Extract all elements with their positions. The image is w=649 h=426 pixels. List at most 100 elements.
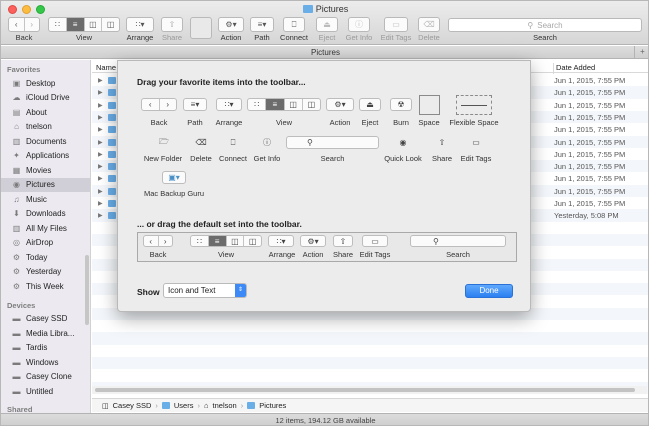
- date-added-cell: Jun 1, 2015, 7:55 PM: [554, 112, 626, 122]
- eject-button[interactable]: ⏏: [316, 17, 338, 32]
- action-button[interactable]: ⚙▾: [218, 17, 244, 32]
- disclosure-triangle-icon[interactable]: ▶: [98, 77, 103, 84]
- palette-search[interactable]: ⚲: [286, 136, 379, 149]
- icon-view-icon[interactable]: ∷: [49, 18, 67, 31]
- search-field[interactable]: ⚲ Search: [448, 18, 642, 32]
- palette-share[interactable]: ⇧: [432, 136, 452, 149]
- path-item[interactable]: Pictures: [259, 401, 286, 410]
- sidebar-item-this-week[interactable]: ⚙ This Week: [1, 279, 90, 294]
- path-item[interactable]: Casey SSD: [113, 401, 152, 410]
- table-row[interactable]: [92, 356, 648, 370]
- table-row[interactable]: [92, 332, 648, 345]
- palette-space-label: Space: [418, 118, 440, 127]
- palette-quick-look[interactable]: ◉: [392, 136, 414, 149]
- palette-flexible-space[interactable]: [456, 95, 492, 115]
- scroll-thumb[interactable]: [95, 388, 635, 392]
- sidebar-item-about[interactable]: ▤ About: [1, 105, 90, 120]
- disclosure-triangle-icon[interactable]: ▶: [98, 175, 103, 182]
- default-toolbar-set[interactable]: ‹ › Back ∷ ≡ ◫ ◫ View ∷▾ Arrange ⚙▾ Action ⇧…: [137, 232, 517, 262]
- palette-back[interactable]: ‹ ›: [141, 98, 177, 111]
- list-view-icon[interactable]: ≡: [66, 18, 85, 31]
- sidebar-item-icloud-drive[interactable]: ☁ iCloud Drive: [1, 91, 90, 106]
- disclosure-triangle-icon[interactable]: ▶: [98, 200, 103, 207]
- arrange-button[interactable]: ∷▾: [126, 17, 154, 32]
- delete-button[interactable]: ⌫: [418, 17, 440, 32]
- column-view-icon[interactable]: ◫: [85, 18, 103, 31]
- disclosure-triangle-icon[interactable]: ▶: [98, 188, 103, 195]
- disclosure-triangle-icon[interactable]: ▶: [98, 102, 103, 109]
- palette-new-folder[interactable]: 🗁: [153, 136, 175, 149]
- view-control[interactable]: ∷ ≡ ◫ ◫: [48, 17, 120, 32]
- palette-get-info[interactable]: ⓘ: [257, 136, 277, 149]
- sidebar-item-applications[interactable]: ✦ Applications: [1, 149, 90, 164]
- sidebar-item-media-libra[interactable]: ▬ Media Libra...: [1, 326, 90, 341]
- sidebar-item-tnelson[interactable]: ⌂ tnelson: [1, 120, 90, 135]
- disclosure-triangle-icon[interactable]: ▶: [98, 212, 103, 219]
- disclosure-triangle-icon[interactable]: ▶: [98, 139, 103, 146]
- path-item[interactable]: tnelson: [213, 401, 237, 410]
- date-added-cell: Jun 1, 2015, 7:55 PM: [554, 100, 626, 110]
- titlebar: Pictures ‹ › Back ∷ ≡ ◫ ◫ View ∷▾ Arrange ⇧ …: [1, 1, 648, 45]
- palette-eject[interactable]: ⏏: [359, 98, 381, 111]
- sidebar-item-desktop[interactable]: ▣ Desktop: [1, 76, 90, 91]
- palette-path[interactable]: ≡▾: [183, 98, 207, 111]
- cover-flow-icon[interactable]: ◫: [102, 18, 119, 31]
- disclosure-triangle-icon[interactable]: ▶: [98, 89, 103, 96]
- gear-icon: ⚙▾: [225, 20, 237, 29]
- palette-delete[interactable]: ⌫: [191, 136, 211, 149]
- palette-action[interactable]: ⚙▾: [326, 98, 354, 111]
- gear-icon: ⚙: [12, 267, 21, 277]
- sidebar-item-pictures[interactable]: ◉ Pictures: [1, 177, 90, 192]
- sidebar-item-downloads[interactable]: ⬇ Downloads: [1, 207, 90, 222]
- palette-edit-tags[interactable]: ▭: [465, 136, 487, 149]
- sidebar-item-untitled[interactable]: ▬ Untitled: [1, 384, 90, 399]
- palette-arrange[interactable]: ∷▾: [216, 98, 242, 111]
- edit-tags-button[interactable]: ▭: [384, 17, 408, 32]
- sidebar-item-all-my-files[interactable]: ▥ All My Files: [1, 221, 90, 236]
- palette-connect[interactable]: ⎕: [222, 136, 244, 149]
- forward-arrow-icon[interactable]: ›: [25, 18, 40, 31]
- share-button[interactable]: ⇧: [161, 17, 183, 32]
- disclosure-triangle-icon[interactable]: ▶: [98, 114, 103, 121]
- horizontal-scrollbar[interactable]: [92, 386, 647, 394]
- default-back: ‹ ›: [143, 235, 173, 247]
- connect-button[interactable]: ⎕: [283, 17, 305, 32]
- sidebar-item-label: Pictures: [26, 180, 55, 190]
- sidebar-item-documents[interactable]: ▥ Documents: [1, 134, 90, 149]
- get-info-button[interactable]: ⓘ: [348, 17, 370, 32]
- sidebar-item-casey-clone[interactable]: ▬ Casey Clone: [1, 370, 90, 385]
- done-button[interactable]: Done: [465, 284, 513, 298]
- sidebar-scrollbar[interactable]: [85, 255, 89, 325]
- palette-burn[interactable]: ☢: [390, 98, 412, 111]
- table-row[interactable]: [92, 344, 648, 357]
- show-select[interactable]: Icon and Text ⇕: [163, 283, 247, 298]
- path-item[interactable]: Users: [174, 401, 194, 410]
- sidebar-item-casey-ssd[interactable]: ▬ Casey SSD: [1, 312, 90, 327]
- back-arrow-icon[interactable]: ‹: [9, 18, 25, 31]
- name-column-header[interactable]: Name: [96, 63, 116, 72]
- palette-mac-backup-guru[interactable]: ▣▾: [162, 171, 186, 184]
- sidebar-item-airdrop[interactable]: ◎ AirDrop: [1, 236, 90, 251]
- all-files-icon: ▥: [12, 223, 21, 233]
- column-view-icon: ◫: [285, 99, 303, 110]
- disclosure-triangle-icon[interactable]: ▶: [98, 151, 103, 158]
- tab-pictures[interactable]: Pictures: [311, 48, 340, 57]
- new-tab-button[interactable]: +: [634, 46, 648, 58]
- table-row[interactable]: [92, 320, 648, 333]
- path-button[interactable]: ≡▾: [250, 17, 274, 32]
- sidebar-item-tardis[interactable]: ▬ Tardis: [1, 341, 90, 356]
- palette-space[interactable]: [419, 95, 440, 115]
- customize-heading: Drag your favorite items into the toolba…: [137, 77, 306, 87]
- sidebar-item-today[interactable]: ⚙ Today: [1, 250, 90, 265]
- sidebar-item-music[interactable]: ♫ Music: [1, 192, 90, 207]
- palette-view[interactable]: ∷ ≡ ◫ ◫: [247, 98, 321, 111]
- sidebar-item-windows[interactable]: ▬ Windows: [1, 355, 90, 370]
- default-edit-tags-label: Edit Tags: [359, 250, 391, 259]
- sidebar-item-movies[interactable]: ▦ Movies: [1, 163, 90, 178]
- disclosure-triangle-icon[interactable]: ▶: [98, 163, 103, 170]
- back-forward-control[interactable]: ‹ ›: [8, 17, 40, 32]
- applications-icon: ✦: [13, 151, 20, 161]
- disclosure-triangle-icon[interactable]: ▶: [98, 126, 103, 133]
- sidebar-item-yesterday[interactable]: ⚙ Yesterday: [1, 265, 90, 280]
- table-row[interactable]: [92, 369, 648, 382]
